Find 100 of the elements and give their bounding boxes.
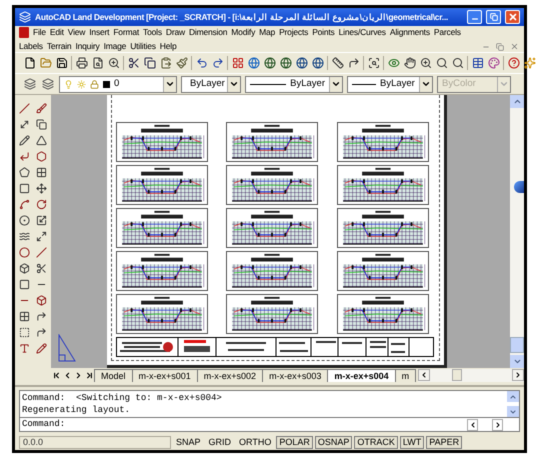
menu-item[interactable]: Projects (279, 27, 308, 38)
menu-item[interactable]: Utilities (130, 41, 156, 52)
command-input[interactable]: Command: (19, 418, 520, 432)
open-folder-icon[interactable] (39, 56, 52, 70)
arc-icon[interactable] (17, 197, 32, 211)
rotate-icon[interactable] (34, 197, 49, 211)
region-icon[interactable] (17, 325, 32, 339)
scroll-left-button[interactable] (418, 369, 430, 381)
menu-item[interactable]: Draw (166, 27, 185, 38)
line-icon[interactable] (17, 101, 32, 115)
copy-icon[interactable] (34, 117, 49, 131)
layers-icon[interactable] (23, 77, 37, 91)
vertical-scrollbar[interactable] (510, 95, 524, 368)
new-file-icon[interactable] (23, 56, 36, 70)
horizontal-scrollbar[interactable] (418, 368, 524, 382)
line-icon[interactable] (34, 245, 49, 259)
status-toggle[interactable]: ORTHO (236, 436, 274, 448)
triangle-icon[interactable] (34, 133, 49, 147)
layout-tab[interactable]: m-x-ex+s002 (196, 369, 264, 382)
menu-item[interactable]: Lines/Curves (338, 27, 386, 38)
menu-item[interactable]: Terrain (46, 41, 72, 52)
layers-icon[interactable] (41, 77, 55, 91)
layout-tab[interactable]: m-x-ex+s001 (132, 369, 198, 382)
undo-icon[interactable] (195, 56, 208, 70)
layout-tab[interactable]: m-x-ex+s003 (262, 369, 328, 382)
grid-icon[interactable] (231, 56, 244, 70)
circle-icon[interactable] (17, 213, 32, 227)
pen-icon[interactable] (34, 341, 49, 355)
pencil-icon[interactable] (17, 133, 32, 147)
scroll-up-button[interactable] (510, 95, 524, 108)
menu-item[interactable]: View (68, 27, 86, 38)
status-toggle[interactable]: LWT (400, 436, 424, 448)
rectangle-icon[interactable] (17, 181, 32, 195)
menu-item[interactable]: Image (104, 41, 126, 52)
globe-icon[interactable] (311, 56, 324, 70)
globe-icon[interactable] (295, 56, 308, 70)
menu-item[interactable]: Points (312, 27, 335, 38)
ruler-icon[interactable] (331, 56, 344, 70)
menu-item[interactable]: Dimension (188, 27, 228, 38)
restore-button[interactable] (486, 10, 501, 24)
lineweight-dropdown[interactable]: ByLayer (347, 76, 433, 92)
layout-tab[interactable]: m (394, 369, 416, 382)
minimize-button[interactable] (467, 10, 482, 24)
scroll-down-button[interactable] (507, 406, 519, 417)
menu-item[interactable]: Tools (143, 27, 162, 38)
color-dropdown[interactable]: ByLayer (181, 76, 241, 92)
menu-item[interactable]: Alignments (390, 27, 430, 38)
hatch-icon[interactable] (17, 309, 32, 323)
zoom-in-icon[interactable] (419, 56, 432, 70)
menu-item[interactable]: Map (259, 27, 276, 38)
ellipse-icon[interactable] (17, 245, 32, 259)
brush-icon[interactable] (34, 101, 49, 115)
array-icon[interactable] (34, 165, 49, 179)
restore-button[interactable] (494, 41, 506, 52)
status-toggle[interactable]: OSNAP (314, 436, 352, 448)
globe-icon[interactable] (247, 56, 260, 70)
layout-tab[interactable]: m-x-ex+s004 (327, 369, 396, 382)
status-toggle[interactable]: SNAP (173, 436, 204, 448)
eye-icon[interactable] (387, 56, 400, 70)
move-icon[interactable] (34, 181, 49, 195)
hand-icon[interactable] (403, 56, 416, 70)
scroll-left-button[interactable] (467, 418, 478, 430)
search-icon[interactable] (451, 56, 464, 70)
menu-item[interactable]: Inquiry (75, 41, 100, 52)
menu-item[interactable]: Edit (50, 27, 64, 38)
menu-item[interactable]: Help (160, 41, 176, 52)
paintbrush-icon[interactable] (175, 56, 188, 70)
status-toggle[interactable]: GRID (206, 436, 234, 448)
redo-icon[interactable] (211, 56, 224, 70)
zoom-in-icon[interactable] (107, 56, 120, 70)
scroll-thumb[interactable] (510, 337, 524, 353)
menu-item[interactable]: Modify (231, 27, 256, 38)
printer-icon[interactable] (75, 56, 88, 70)
scan-icon[interactable] (367, 56, 380, 70)
scissors-icon[interactable] (127, 56, 140, 70)
hexagon-icon[interactable] (34, 149, 49, 163)
block-icon[interactable] (17, 261, 32, 275)
scroll-up-button[interactable] (507, 391, 519, 402)
menu-item[interactable]: File (33, 27, 46, 38)
stretch-icon[interactable] (34, 229, 49, 243)
menu-item[interactable]: Insert (89, 27, 110, 38)
menu-item[interactable]: Labels (19, 41, 43, 52)
file-search-icon[interactable] (91, 56, 104, 70)
close-button[interactable] (505, 10, 520, 24)
copy-icon[interactable] (143, 56, 156, 70)
paste-icon[interactable] (159, 56, 172, 70)
scroll-right-button[interactable] (492, 418, 503, 430)
globe-icon[interactable] (263, 56, 276, 70)
status-toggle[interactable]: PAPER (426, 436, 462, 448)
menu-item[interactable]: Format (113, 27, 140, 38)
layer-dropdown[interactable]: 0 (59, 76, 177, 92)
sparkle-icon[interactable] (523, 56, 536, 70)
globe-icon[interactable] (279, 56, 292, 70)
linetype-dropdown[interactable]: ByLayer (245, 76, 343, 92)
help-icon[interactable] (507, 56, 520, 70)
pentagon-icon[interactable] (17, 165, 32, 179)
palette-icon[interactable] (487, 56, 500, 70)
menu-item[interactable]: Parcels (434, 27, 461, 38)
save-icon[interactable] (55, 56, 68, 70)
scroll-right-button[interactable] (512, 369, 524, 381)
